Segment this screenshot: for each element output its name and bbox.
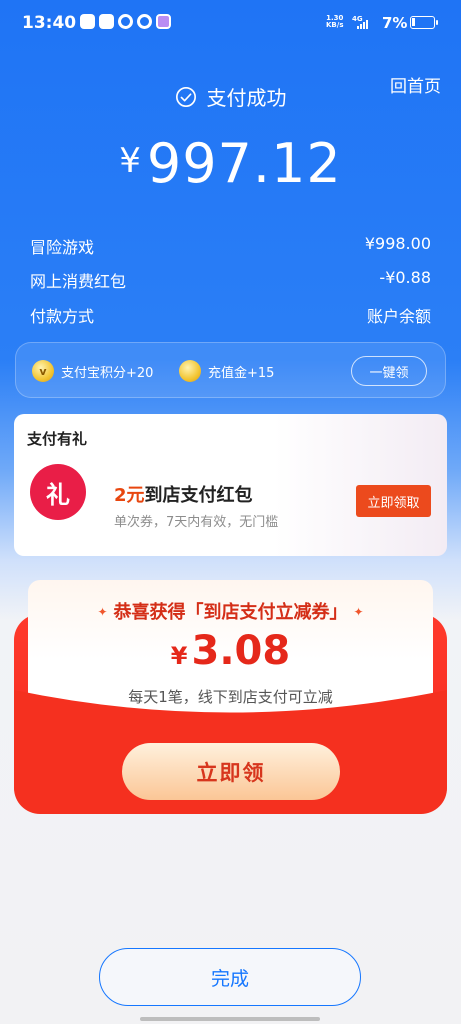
coupon-amount: ¥3.08	[0, 628, 461, 674]
detail-label: 网上消费红包	[30, 272, 127, 291]
amount-value: 997.12	[146, 132, 342, 195]
rewards-bar: v 支付宝积分+20 充值金+15 一键领	[15, 342, 446, 398]
currency-symbol: ¥	[119, 141, 141, 181]
detail-row-item: 冒险游戏 ¥998.00	[30, 234, 431, 258]
gift-section-title: 支付有礼	[27, 430, 88, 448]
recharge-gold-reward: 充值金+15	[179, 360, 274, 382]
battery-icon	[410, 16, 438, 29]
home-indicator	[140, 1017, 320, 1021]
coupon-title: ✦ 恭喜获得「到店支付立减券」 ✦	[0, 598, 461, 624]
gift-name: 2元到店支付红包	[114, 481, 253, 507]
coupon-title-text: 恭喜获得「到店支付立减券」	[113, 602, 348, 623]
points-coin-icon: v	[32, 360, 54, 382]
gold-coin-icon	[179, 360, 201, 382]
detail-row-payment-method: 付款方式 账户余额	[30, 303, 431, 327]
notification-app-icon	[80, 14, 95, 29]
gift-description: 单次券，7天内有效，无门槛	[114, 515, 279, 530]
done-button[interactable]: 完成	[99, 948, 361, 1006]
gift-icon: 礼	[30, 464, 86, 520]
sparkle-icon: ✦	[353, 605, 364, 619]
detail-row-discount: 网上消费红包 -¥0.88	[30, 268, 431, 292]
paid-amount: ¥997.12	[0, 132, 461, 195]
success-text: 支付成功	[206, 86, 287, 110]
detail-value: ¥998.00	[364, 234, 431, 253]
detail-label: 冒险游戏	[30, 238, 95, 257]
claim-all-button[interactable]: 一键领	[351, 356, 427, 386]
app-notification-icon	[118, 14, 133, 29]
detail-label: 付款方式	[30, 307, 95, 326]
detail-value: -¥0.88	[379, 268, 431, 287]
coupon-currency-symbol: ¥	[170, 642, 188, 670]
coupon-subtitle: 每天1笔，线下到店支付可立减	[128, 688, 333, 706]
alipay-points-reward: v 支付宝积分+20	[32, 360, 153, 382]
status-bar: 13:40 1.30 KB/s 4G 7%	[0, 0, 461, 46]
app-notification-icon-2	[137, 14, 152, 29]
notification-icons	[80, 14, 171, 29]
gift-amount: 2元	[114, 485, 145, 506]
wechat-icon	[99, 14, 114, 29]
coupon-amount-value: 3.08	[191, 628, 291, 674]
claim-coupon-button[interactable]: 立即领	[122, 743, 340, 800]
alipay-points-label: 支付宝积分+20	[61, 365, 154, 381]
signal-icon	[357, 20, 368, 29]
purple-app-icon	[156, 14, 171, 29]
network-speed: 1.30 KB/s	[326, 15, 343, 29]
sparkle-icon: ✦	[97, 605, 108, 619]
detail-value: 账户余额	[366, 307, 431, 326]
battery-percent: 7%	[382, 14, 408, 32]
payment-gift-card: 支付有礼 礼 2元到店支付红包 单次券，7天内有效，无门槛 立即领取	[14, 414, 447, 556]
claim-gift-button[interactable]: 立即领取	[356, 485, 431, 517]
payment-success-title: 支付成功	[0, 82, 461, 111]
status-time: 13:40	[22, 13, 77, 33]
gift-name-text: 到店支付红包	[144, 485, 253, 506]
recharge-gold-label: 充值金+15	[208, 365, 275, 381]
gift-icon-char: 礼	[46, 480, 70, 509]
check-circle-icon	[175, 86, 196, 107]
net-speed-unit: KB/s	[326, 21, 344, 29]
